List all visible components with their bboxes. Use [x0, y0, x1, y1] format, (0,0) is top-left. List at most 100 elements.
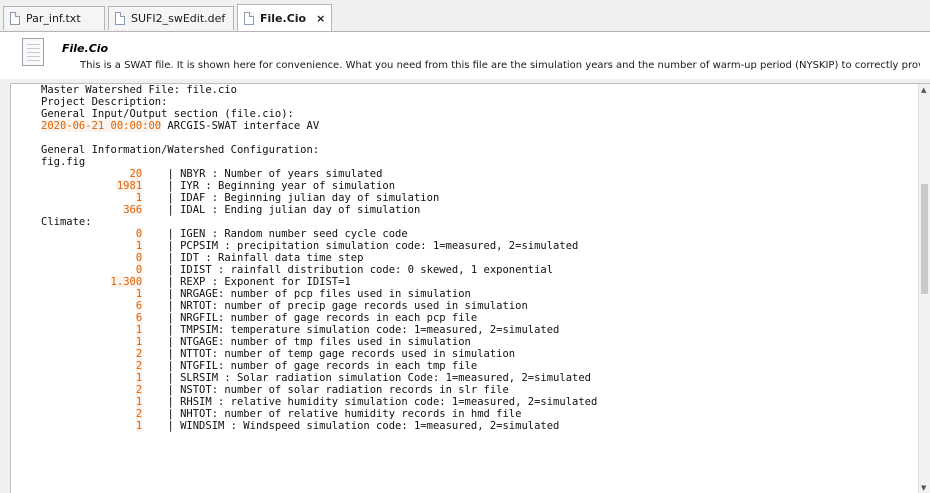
- line-text: | NSTOT: number of solar radiation recor…: [142, 384, 509, 396]
- code-line: 1.300 | REXP : Exponent for IDIST=1: [41, 276, 597, 288]
- line-text: | NRGFIL: number of gage records in each…: [142, 312, 478, 324]
- code-line: 2 | NTTOT: number of temp gage records u…: [41, 348, 597, 360]
- vertical-scrollbar[interactable]: ▲ ▼: [918, 84, 930, 493]
- line-text: | NRTOT: number of precip gage records u…: [142, 300, 528, 312]
- scroll-up-icon[interactable]: ▲: [921, 86, 926, 94]
- line-text: | PCPSIM : precipitation simulation code…: [142, 240, 579, 252]
- line-padding: [41, 240, 136, 252]
- code-line: 0 | IDIST : rainfall distribution code: …: [41, 264, 597, 276]
- line-padding: [41, 192, 136, 204]
- line-text: | NTGFIL: number of gage records in each…: [142, 360, 478, 372]
- code-line: 20 | NBYR : Number of years simulated: [41, 168, 597, 180]
- document-icon: [22, 38, 44, 66]
- line-padding: [41, 180, 117, 192]
- line-padding: [41, 204, 123, 216]
- code-line: General Input/Output section (file.cio):: [41, 108, 597, 120]
- line-padding: [41, 348, 136, 360]
- code-line: 6 | NRTOT: number of precip gage records…: [41, 300, 597, 312]
- line-value: 2020-06-21 00:00:00: [41, 120, 162, 132]
- code-line: 2 | NHTOT: number of relative humidity r…: [41, 408, 597, 420]
- line-text: | TMPSIM: temperature simulation code: 1…: [142, 324, 560, 336]
- file-header: File.Cio This is a SWAT file. It is show…: [0, 31, 930, 79]
- line-text: | IDT : Rainfall data time step: [142, 252, 364, 264]
- line-padding: [41, 264, 136, 276]
- line-text: | NTGAGE: number of tmp files used in si…: [142, 336, 471, 348]
- code-line: 1981 | IYR : Beginning year of simulatio…: [41, 180, 597, 192]
- line-text: | WINDSIM : Windspeed simulation code: 1…: [142, 420, 560, 432]
- line-padding: [41, 312, 136, 324]
- line-text: | NTTOT: number of temp gage records use…: [142, 348, 516, 360]
- tab-label: SUFI2_swEdit.def: [131, 12, 226, 25]
- code-line: Project Description:: [41, 96, 597, 108]
- code-line: fig.fig: [41, 156, 597, 168]
- tab-par-inf[interactable]: Par_inf.txt: [3, 6, 105, 30]
- line-padding: [41, 168, 130, 180]
- close-icon[interactable]: ×: [316, 12, 325, 25]
- tab-label: Par_inf.txt: [26, 12, 81, 25]
- line-value: 1981: [116, 180, 143, 192]
- code-line: 1 | NRGAGE: number of pcp files used in …: [41, 288, 597, 300]
- line-value: 366: [123, 204, 143, 216]
- line-text: Master Watershed File: file.cio: [41, 84, 237, 96]
- line-padding: [41, 396, 136, 408]
- code-line: 1 | SLRSIM : Solar radiation simulation …: [41, 372, 597, 384]
- line-padding: [41, 372, 136, 384]
- tab-file-cio[interactable]: File.Cio ×: [237, 4, 332, 32]
- line-padding: [41, 408, 136, 420]
- line-text: | IGEN : Random number seed cycle code: [142, 228, 408, 240]
- line-padding: [41, 288, 136, 300]
- tab-label: File.Cio: [260, 12, 307, 25]
- line-padding: [41, 360, 136, 372]
- code-line: Master Watershed File: file.cio: [41, 84, 597, 96]
- line-padding: [41, 252, 136, 264]
- line-text: fig.fig: [41, 156, 86, 168]
- code-line: 1 | IDAF : Beginning julian day of simul…: [41, 192, 597, 204]
- code-line: General Information/Watershed Configurat…: [41, 144, 597, 156]
- line-text: Climate:: [41, 216, 92, 228]
- tab-bar: Par_inf.txt SUFI2_swEdit.def File.Cio ×: [0, 0, 930, 32]
- line-text: General Information/Watershed Configurat…: [41, 144, 320, 156]
- code-line: Climate:: [41, 216, 597, 228]
- code-line: 2 | NSTOT: number of solar radiation rec…: [41, 384, 597, 396]
- line-text: | IDAF : Beginning julian day of simulat…: [142, 192, 440, 204]
- code-line: 6 | NRGFIL: number of gage records in ea…: [41, 312, 597, 324]
- line-text: | IDAL : Ending julian day of simulation: [142, 204, 421, 216]
- file-icon: [115, 12, 125, 25]
- line-padding: [41, 324, 136, 336]
- file-icon: [244, 12, 254, 25]
- line-padding: [41, 276, 111, 288]
- line-text: Project Description:: [41, 96, 168, 108]
- line-padding: [41, 228, 136, 240]
- code-line: 0 | IGEN : Random number seed cycle code: [41, 228, 597, 240]
- code-line: 1 | TMPSIM: temperature simulation code:…: [41, 324, 597, 336]
- editor-content[interactable]: Master Watershed File: file.cio Project D…: [41, 84, 597, 432]
- line-value: 1.300: [110, 276, 143, 288]
- tab-sufi2-swedit[interactable]: SUFI2_swEdit.def: [108, 6, 234, 30]
- line-text: | NHTOT: number of relative humidity rec…: [142, 408, 522, 420]
- line-text: | SLRSIM : Solar radiation simulation Co…: [142, 372, 591, 384]
- code-line: 0 | IDT : Rainfall data time step: [41, 252, 597, 264]
- line-padding: [41, 384, 136, 396]
- text-editor[interactable]: Master Watershed File: file.cio Project D…: [10, 83, 930, 493]
- scrollbar-thumb[interactable]: [921, 184, 928, 294]
- line-padding: [41, 300, 136, 312]
- line-text: | NBYR : Number of years simulated: [142, 168, 383, 180]
- line-padding: [41, 420, 136, 432]
- line-text: | RHSIM : relative humidity simulation c…: [142, 396, 598, 408]
- scroll-down-icon[interactable]: ▼: [921, 484, 926, 492]
- code-line: 1 | RHSIM : relative humidity simulation…: [41, 396, 597, 408]
- line-text: General Input/Output section (file.cio):: [41, 108, 294, 120]
- file-icon: [10, 12, 20, 25]
- line-text: ARCGIS-SWAT interface AV: [161, 120, 320, 132]
- line-value: 20: [129, 168, 143, 180]
- line-padding: [41, 336, 136, 348]
- code-line: 1 | NTGAGE: number of tmp files used in …: [41, 336, 597, 348]
- code-line: 1 | WINDSIM : Windspeed simulation code:…: [41, 420, 597, 432]
- line-text: | REXP : Exponent for IDIST=1: [142, 276, 351, 288]
- line-text: | IYR : Beginning year of simulation: [142, 180, 396, 192]
- line-text: | NRGAGE: number of pcp files used in si…: [142, 288, 471, 300]
- file-title: File.Cio: [62, 42, 109, 55]
- code-line: 366 | IDAL : Ending julian day of simula…: [41, 204, 597, 216]
- code-line: 2 | NTGFIL: number of gage records in ea…: [41, 360, 597, 372]
- code-line: 1 | PCPSIM : precipitation simulation co…: [41, 240, 597, 252]
